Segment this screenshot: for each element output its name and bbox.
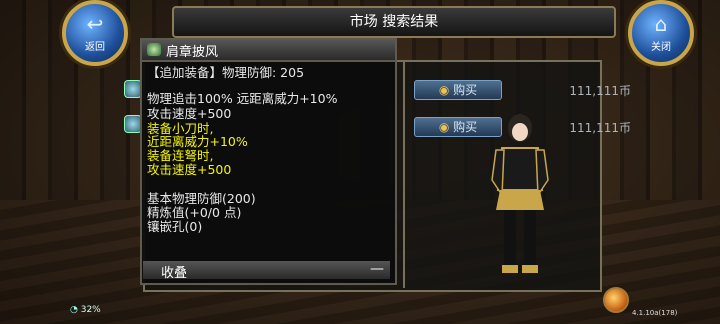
minus-icon: — — [370, 261, 384, 277]
coin-icon: ◉ — [438, 120, 450, 134]
listing-price: 111,111币 — [569, 84, 631, 98]
item-icon — [147, 43, 161, 56]
collapse-label: 收叠 — [161, 266, 188, 281]
close-button[interactable]: ⌂ 关闭 — [628, 0, 694, 66]
tooltip-line: 精炼值(+0/0 点) — [147, 205, 242, 220]
item-name: 肩章披风 — [166, 45, 219, 60]
page-title: 市场 搜索结果 — [172, 6, 616, 38]
buy-button[interactable]: ◉ 购买 — [414, 80, 502, 100]
collapse-button[interactable]: 收叠 — — [143, 261, 390, 281]
tooltip-line: 【追加装备】物理防御: 205 — [147, 65, 305, 80]
panel-divider — [403, 60, 405, 288]
tooltip-line: 基本物理防御(200) — [147, 191, 256, 206]
close-button-label: 关闭 — [651, 42, 671, 53]
battery-icon: ◔ — [70, 305, 78, 315]
back-button-label: 返回 — [85, 42, 105, 53]
back-arrow-icon: ↩ — [86, 12, 104, 36]
battery-percent: 32% — [80, 305, 101, 315]
coin-icon: ◉ — [438, 83, 450, 97]
tooltip-line: 近距离威力+10% — [147, 134, 248, 149]
tooltip-header: 肩章披风 — [140, 38, 397, 62]
character-preview — [491, 114, 549, 273]
menu-orb-button[interactable] — [603, 287, 629, 313]
back-button[interactable]: ↩ 返回 — [62, 0, 128, 66]
home-icon: ⌂ — [654, 12, 668, 36]
version-label: 4.1.10a(178) — [632, 309, 678, 317]
battery-indicator: ◔ 32% — [70, 305, 101, 315]
buy-button-label: 购买 — [453, 120, 478, 134]
tooltip-line: 物理追击100% 远距离威力+10% — [147, 91, 338, 106]
buy-button-label: 购买 — [453, 83, 478, 97]
tooltip-line: 镶嵌孔(0) — [147, 219, 203, 234]
listing-price: 111,111币 — [569, 121, 631, 135]
tooltip-line: 攻击速度+500 — [147, 106, 232, 121]
tooltip-line: 装备连弩时, — [147, 148, 214, 163]
tooltip-line: 攻击速度+500 — [147, 162, 232, 177]
